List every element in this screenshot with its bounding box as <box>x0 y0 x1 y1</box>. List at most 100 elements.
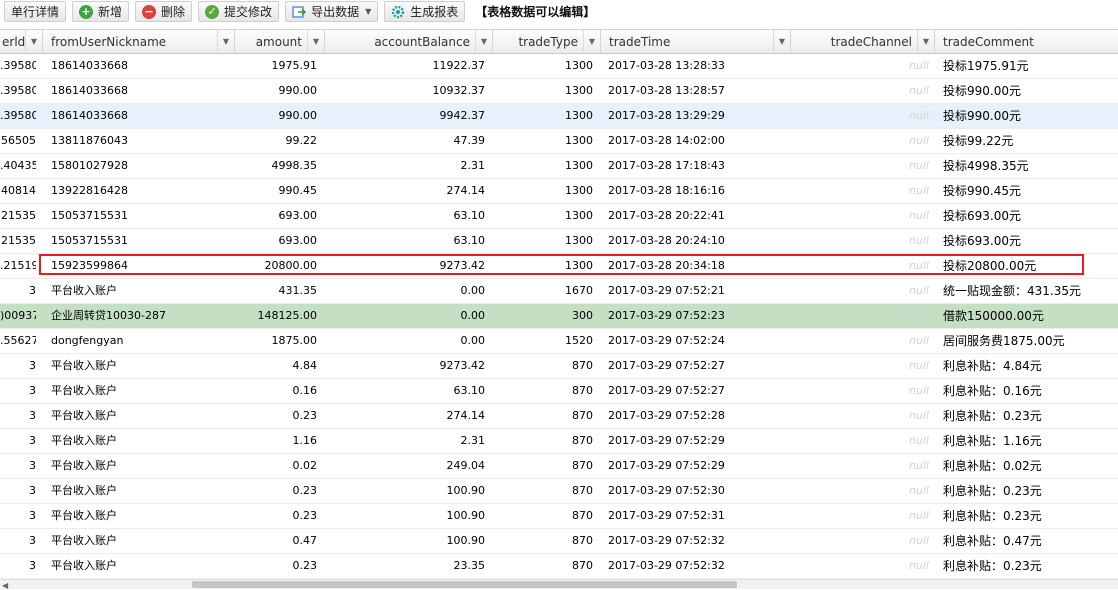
table-row[interactable]: 3 平台收入账户 4.84 9273.42 870 2017-03-29 07:52:27… <box>0 354 1118 379</box>
table-row[interactable]: 21535 15053715531 693.00 63.10 1300 2017-03-2… <box>0 204 1118 229</box>
cell-tradetype[interactable]: 1300 <box>493 229 593 253</box>
cell-userid[interactable]: 3 <box>0 529 36 553</box>
cell-tradechannel[interactable]: null <box>791 279 929 303</box>
cell-accountbalance[interactable]: 0.00 <box>325 279 486 303</box>
cell-tradetime[interactable]: 2017-03-28 20:22:41 <box>608 204 788 228</box>
cell-accountbalance[interactable]: 63.10 <box>325 229 486 253</box>
cell-fromusernickname[interactable]: 平台收入账户 <box>51 529 231 553</box>
cell-userid[interactable]: .39580 <box>0 79 36 103</box>
cell-userid[interactable]: 3 <box>0 554 36 578</box>
cell-tradetype[interactable]: 870 <box>493 454 593 478</box>
cell-tradetime[interactable]: 2017-03-29 07:52:31 <box>608 504 788 528</box>
cell-tradetime[interactable]: 2017-03-29 07:52:29 <box>608 454 788 478</box>
cell-tradetime[interactable]: 2017-03-29 07:52:30 <box>608 479 788 503</box>
cell-amount[interactable]: 99.22 <box>235 129 318 153</box>
cell-accountbalance[interactable]: 249.04 <box>325 454 486 478</box>
cell-tradetype[interactable]: 870 <box>493 354 593 378</box>
cell-tradetime[interactable]: 2017-03-28 14:02:00 <box>608 129 788 153</box>
cell-userid[interactable]: .21519 <box>0 254 36 278</box>
cell-fromusernickname[interactable]: 15923599864 <box>51 254 231 278</box>
cell-tradechannel[interactable]: null <box>791 179 929 203</box>
cell-amount[interactable]: 990.45 <box>235 179 318 203</box>
cell-accountbalance[interactable]: 23.35 <box>325 554 486 578</box>
cell-tradecomment[interactable]: 投标693.00元 <box>943 204 1115 228</box>
cell-amount[interactable]: 0.23 <box>235 404 318 428</box>
table-row[interactable]: 3 平台收入账户 0.23 274.14 870 2017-03-29 07:52:28 n… <box>0 404 1118 429</box>
column-header-accountbalance[interactable]: accountBalance ▼ <box>325 30 493 54</box>
cell-userid[interactable]: 3 <box>0 479 36 503</box>
horizontal-scrollbar[interactable]: ◀ <box>0 579 1118 590</box>
cell-fromusernickname[interactable]: dongfengyan <box>51 329 231 353</box>
generate-report-button[interactable]: 生成报表 <box>384 1 466 22</box>
cell-tradetime[interactable]: 2017-03-28 13:28:33 <box>608 54 788 78</box>
column-header-amount[interactable]: amount ▼ <box>235 30 325 54</box>
cell-tradetime[interactable]: 2017-03-29 07:52:24 <box>608 329 788 353</box>
table-row[interactable]: 3 平台收入账户 0.16 63.10 870 2017-03-29 07:52:27 nu… <box>0 379 1118 404</box>
cell-tradecomment[interactable]: 投标693.00元 <box>943 229 1115 253</box>
cell-tradetype[interactable]: 870 <box>493 479 593 503</box>
cell-amount[interactable]: 20800.00 <box>235 254 318 278</box>
cell-tradechannel[interactable]: null <box>791 254 929 278</box>
cell-accountbalance[interactable]: 2.31 <box>325 154 486 178</box>
cell-tradechannel[interactable]: null <box>791 329 929 353</box>
cell-tradetype[interactable]: 1300 <box>493 204 593 228</box>
cell-tradetype[interactable]: 1300 <box>493 104 593 128</box>
cell-tradechannel[interactable]: null <box>791 379 929 403</box>
table-row[interactable]: 40814 13922816428 990.45 274.14 1300 2017-03-… <box>0 179 1118 204</box>
cell-tradetime[interactable]: 2017-03-29 07:52:32 <box>608 529 788 553</box>
cell-amount[interactable]: 0.47 <box>235 529 318 553</box>
cell-amount[interactable]: 990.00 <box>235 79 318 103</box>
cell-amount[interactable]: 693.00 <box>235 204 318 228</box>
cell-tradechannel[interactable]: null <box>791 154 929 178</box>
cell-userid[interactable]: .55627 <box>0 329 36 353</box>
cell-accountbalance[interactable]: 100.90 <box>325 479 486 503</box>
cell-fromusernickname[interactable]: 平台收入账户 <box>51 429 231 453</box>
cell-tradechannel[interactable]: null <box>791 229 929 253</box>
cell-tradetime[interactable]: 2017-03-29 07:52:27 <box>608 354 788 378</box>
cell-fromusernickname[interactable]: 15053715531 <box>51 229 231 253</box>
table-row[interactable]: .39580 18614033668 990.00 9942.37 1300 2017-0… <box>0 104 1118 129</box>
table-row[interactable]: 3 平台收入账户 0.23 100.90 870 2017-03-29 07:52:30 n… <box>0 479 1118 504</box>
cell-tradechannel[interactable]: null <box>791 129 929 153</box>
cell-fromusernickname[interactable]: 平台收入账户 <box>51 454 231 478</box>
cell-tradechannel[interactable]: null <box>791 354 929 378</box>
cell-tradecomment[interactable]: 利息补贴：1.16元 <box>943 429 1115 453</box>
cell-accountbalance[interactable]: 9273.42 <box>325 354 486 378</box>
scrollbar-thumb[interactable] <box>192 581 737 588</box>
cell-accountbalance[interactable]: 63.10 <box>325 379 486 403</box>
table-row[interactable]: .55627 dongfengyan 1875.00 0.00 1520 2017-03-… <box>0 329 1118 354</box>
table-row[interactable]: .39580 18614033668 990.00 10932.37 1300 2017-… <box>0 79 1118 104</box>
cell-amount[interactable]: 4.84 <box>235 354 318 378</box>
cell-userid[interactable]: 3 <box>0 279 36 303</box>
cell-amount[interactable]: 4998.35 <box>235 154 318 178</box>
cell-tradetime[interactable]: 2017-03-29 07:52:32 <box>608 554 788 578</box>
cell-amount[interactable]: 0.23 <box>235 554 318 578</box>
cell-tradecomment[interactable]: 利息补贴：4.84元 <box>943 354 1115 378</box>
cell-tradetime[interactable]: 2017-03-28 13:28:57 <box>608 79 788 103</box>
cell-tradecomment[interactable]: 利息补贴：0.23元 <box>943 554 1115 578</box>
column-menu-icon[interactable]: ▼ <box>583 30 600 54</box>
cell-tradetime[interactable]: 2017-03-29 07:52:28 <box>608 404 788 428</box>
table-row[interactable]: 3 平台收入账户 0.23 23.35 870 2017-03-29 07:52:32 nu… <box>0 554 1118 579</box>
cell-userid[interactable]: .39580 <box>0 54 36 78</box>
column-menu-icon[interactable]: ▼ <box>217 30 234 54</box>
cell-fromusernickname[interactable]: 平台收入账户 <box>51 354 231 378</box>
cell-userid[interactable]: 56505 <box>0 129 36 153</box>
cell-fromusernickname[interactable]: 18614033668 <box>51 79 231 103</box>
cell-userid[interactable]: .40435 <box>0 154 36 178</box>
cell-tradetype[interactable]: 300 <box>493 304 593 328</box>
cell-userid[interactable]: 3 <box>0 429 36 453</box>
cell-userid[interactable]: 21535 <box>0 229 36 253</box>
cell-fromusernickname[interactable]: 18614033668 <box>51 104 231 128</box>
cell-fromusernickname[interactable]: 平台收入账户 <box>51 404 231 428</box>
cell-tradecomment[interactable]: 借款150000.00元 <box>943 304 1115 328</box>
cell-tradechannel[interactable]: null <box>791 454 929 478</box>
cell-tradechannel[interactable]: null <box>791 79 929 103</box>
column-header-tradecomment[interactable]: tradeComment <box>935 30 1118 54</box>
cell-tradecomment[interactable]: 投标99.22元 <box>943 129 1115 153</box>
cell-amount[interactable]: 0.23 <box>235 479 318 503</box>
cell-accountbalance[interactable]: 274.14 <box>325 179 486 203</box>
cell-amount[interactable]: 0.23 <box>235 504 318 528</box>
column-header-fromusernickname[interactable]: fromUserNickname ▼ <box>43 30 235 54</box>
cell-tradetype[interactable]: 1300 <box>493 54 593 78</box>
